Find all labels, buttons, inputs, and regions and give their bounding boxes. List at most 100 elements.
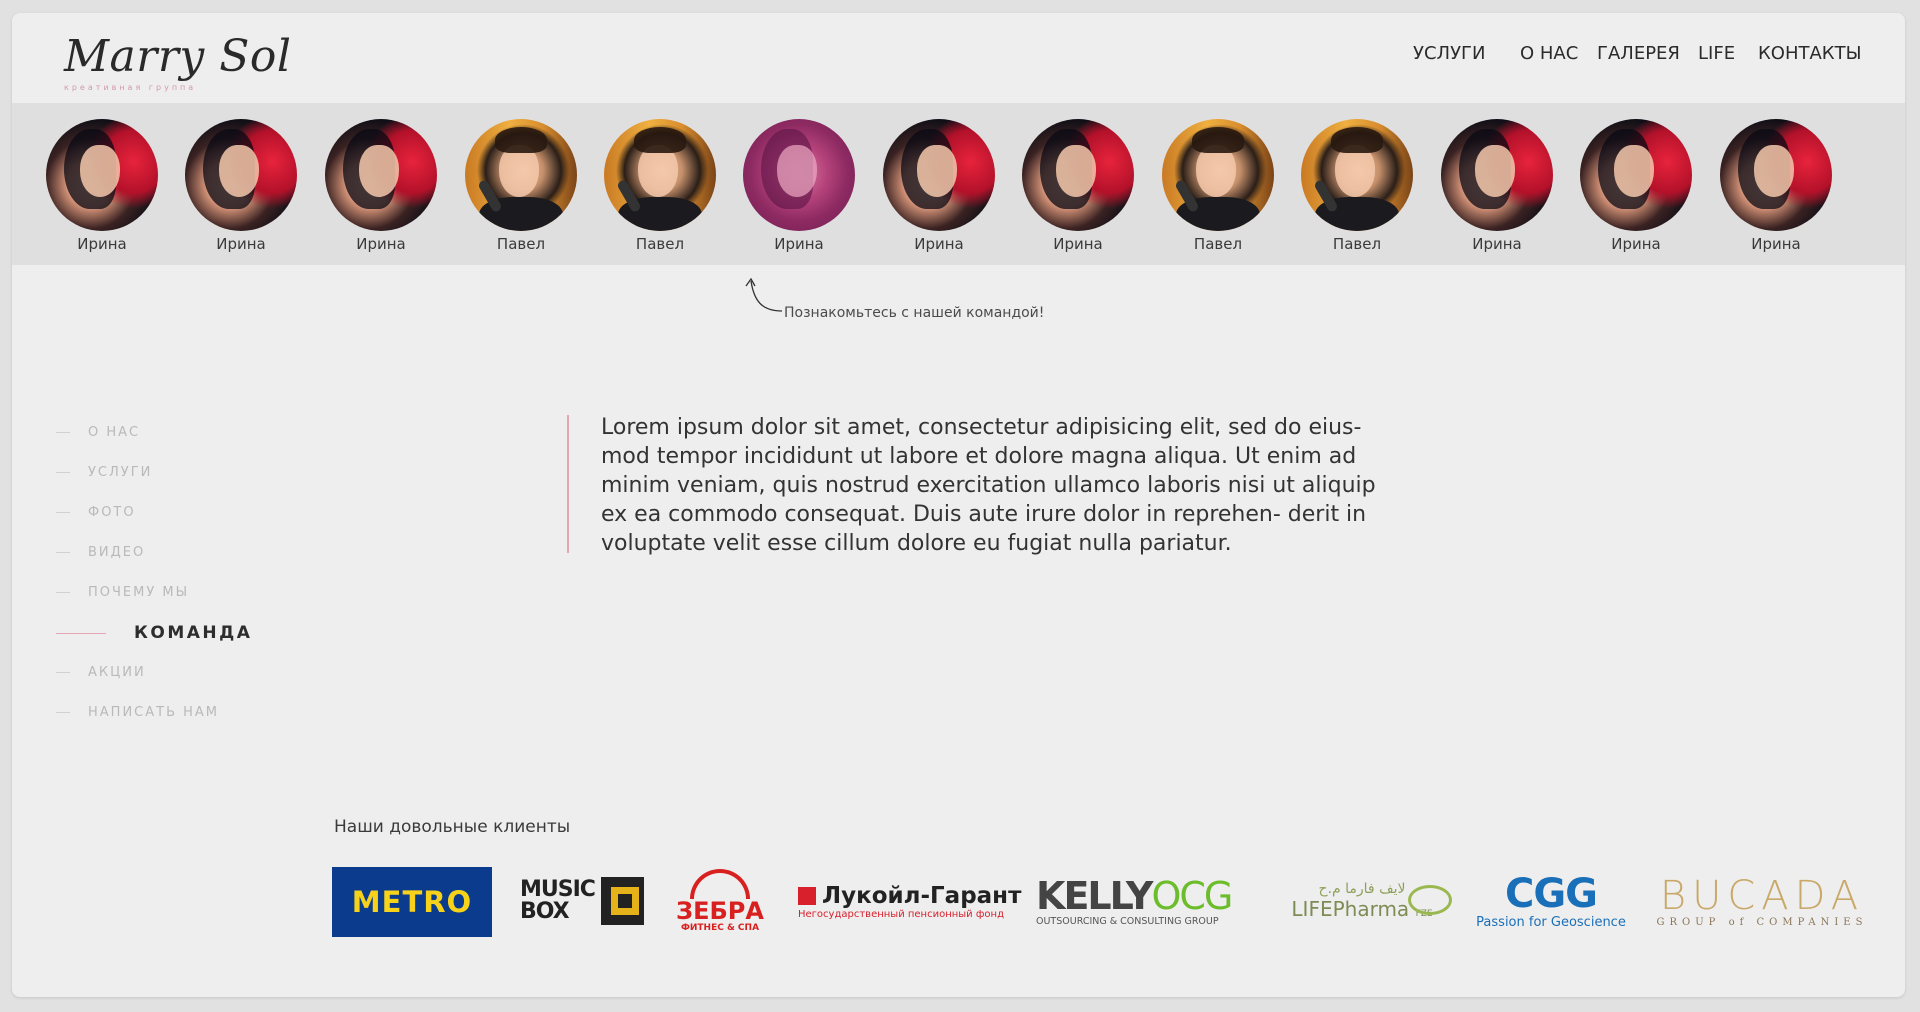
member-name: Ирина bbox=[774, 235, 824, 253]
section-menu-label: ФОТО bbox=[88, 505, 136, 520]
ocg-text: OCG bbox=[1151, 873, 1233, 918]
member-photo bbox=[1720, 119, 1832, 231]
clients-title: Наши довольные клиенты bbox=[334, 817, 571, 837]
musicbox-words: MUSIC BOX bbox=[520, 877, 596, 924]
member-photo bbox=[46, 119, 158, 231]
team-description: Lorem ipsum dolor sit amet, consectetur … bbox=[567, 413, 1427, 558]
team-member[interactable]: Ирина bbox=[42, 119, 162, 253]
team-member[interactable]: Павел bbox=[600, 119, 720, 253]
client-logo-metro[interactable]: METRO bbox=[332, 867, 492, 937]
cgg-subtext: Passion for Geoscience bbox=[1476, 914, 1626, 930]
team-member[interactable]: Ирина bbox=[321, 119, 441, 253]
nav-contacts[interactable]: КОНТАКТЫ bbox=[1758, 43, 1861, 64]
zebra-subtext: ФИТНЕС & СПА bbox=[680, 923, 760, 933]
member-name: Павел bbox=[1332, 235, 1382, 253]
client-logo-lukoil[interactable]: Лукойл-Гарант Негосударственный пенсионн… bbox=[798, 863, 1021, 939]
nav-life[interactable]: LIFE bbox=[1698, 43, 1735, 64]
member-name: Павел bbox=[1193, 235, 1243, 253]
menu-dash bbox=[56, 552, 70, 553]
metro-text: METRO bbox=[351, 885, 473, 919]
client-logo-lifepharma[interactable]: لايف فارما م.ح LIFEPharma FZE bbox=[1264, 863, 1460, 939]
member-name: Ирина bbox=[1472, 235, 1522, 253]
lukoil-title: Лукойл-Гарант bbox=[798, 883, 1021, 909]
member-name: Ирина bbox=[1611, 235, 1661, 253]
cgg-text: CGG bbox=[1504, 870, 1598, 917]
team-member[interactable]: Ирина bbox=[1576, 119, 1696, 253]
nav-services[interactable]: УСЛУГИ bbox=[1413, 43, 1485, 64]
member-photo bbox=[1162, 119, 1274, 231]
leaf-icon bbox=[1408, 885, 1452, 915]
section-menu-item-about[interactable]: О НАС bbox=[56, 413, 316, 453]
section-menu-item-promotions[interactable]: АКЦИИ bbox=[56, 653, 316, 693]
menu-dash bbox=[56, 472, 70, 473]
team-member[interactable]: Ирина bbox=[1716, 119, 1836, 253]
team-member[interactable]: Павел bbox=[1158, 119, 1278, 253]
lukoil-subtext: Негосударственный пенсионный фонд bbox=[798, 908, 1004, 920]
member-photo bbox=[883, 119, 995, 231]
member-name: Павел bbox=[496, 235, 546, 253]
section-menu-label: НАПИСАТЬ НАМ bbox=[88, 705, 220, 720]
team-member[interactable]: Павел bbox=[1297, 119, 1417, 253]
member-photo bbox=[185, 119, 297, 231]
team-caption-text: Познакомьтесь с нашей командой! bbox=[784, 305, 1045, 321]
member-name: Ирина bbox=[77, 235, 127, 253]
nav-about[interactable]: О НАС bbox=[1520, 43, 1578, 64]
team-member[interactable]: Павел bbox=[461, 119, 581, 253]
client-logo-cgg[interactable]: CGG Passion for Geoscience bbox=[1472, 863, 1630, 939]
menu-dash bbox=[56, 432, 70, 433]
member-name: Ирина bbox=[1751, 235, 1801, 253]
section-menu-item-photo[interactable]: ФОТО bbox=[56, 493, 316, 533]
section-menu-item-write-us[interactable]: НАПИСАТЬ НАМ bbox=[56, 693, 316, 733]
menu-dash bbox=[56, 632, 106, 634]
clients-logos: METRO MUSIC BOX ЗЕБРА ФИТНЕС & СПА Лукой… bbox=[332, 863, 1892, 953]
logo-subtitle: креативная группа bbox=[64, 83, 197, 92]
member-photo bbox=[1301, 119, 1413, 231]
lifepharma-text: LIFEPharma bbox=[1291, 897, 1410, 921]
lukoil-square-icon bbox=[798, 887, 816, 905]
member-photo bbox=[604, 119, 716, 231]
member-photo bbox=[325, 119, 437, 231]
accent-line bbox=[567, 415, 569, 553]
section-menu: О НАС УСЛУГИ ФОТО ВИДЕО ПОЧЕМУ МЫ КОМАНД… bbox=[56, 413, 316, 733]
section-menu-item-team[interactable]: КОМАНДА bbox=[56, 613, 316, 653]
team-strip: Ирина Ирина Ирина Павел Павел Ирина Ирин… bbox=[12, 103, 1905, 265]
member-photo bbox=[1580, 119, 1692, 231]
team-member[interactable]: Ирина bbox=[739, 119, 859, 253]
menu-dash bbox=[56, 512, 70, 513]
section-menu-label: УСЛУГИ bbox=[88, 465, 153, 480]
member-name: Ирина bbox=[1053, 235, 1103, 253]
team-member[interactable]: Ирина bbox=[1018, 119, 1138, 253]
client-logo-kelly[interactable]: KELLYOCG OUTSOURCING & CONSULTING GROUP bbox=[1036, 863, 1248, 939]
member-name: Павел bbox=[635, 235, 685, 253]
lifepharma-arabic-text: لايف فارما م.ح bbox=[1318, 881, 1406, 897]
client-logo-zebra[interactable]: ЗЕБРА ФИТНЕС & СПА bbox=[672, 863, 768, 939]
member-name: Ирина bbox=[356, 235, 406, 253]
kelly-text: KELLY bbox=[1036, 873, 1153, 918]
section-menu-item-services[interactable]: УСЛУГИ bbox=[56, 453, 316, 493]
musicbox-word-2: BOX bbox=[520, 899, 570, 924]
nav-gallery[interactable]: ГАЛЕРЕЯ bbox=[1597, 43, 1680, 64]
kelly-subtext: OUTSOURCING & CONSULTING GROUP bbox=[1036, 915, 1219, 927]
section-menu-label: АКЦИИ bbox=[88, 665, 146, 680]
section-menu-item-video[interactable]: ВИДЕО bbox=[56, 533, 316, 573]
member-name: Ирина bbox=[914, 235, 964, 253]
main-nav: УСЛУГИ О НАС ГАЛЕРЕЯ LIFE КОНТАКТЫ bbox=[12, 43, 1905, 73]
client-logo-bucada[interactable]: BUCADA GROUP of COMPANIES bbox=[1652, 863, 1872, 939]
team-caption: Познакомьтесь с нашей командой! bbox=[742, 275, 1082, 321]
client-logo-musicbox[interactable]: MUSIC BOX bbox=[520, 863, 644, 939]
musicbox-word-1: MUSIC bbox=[520, 877, 596, 902]
bucada-text: BUCADA bbox=[1659, 872, 1865, 919]
section-menu-item-why-us[interactable]: ПОЧЕМУ МЫ bbox=[56, 573, 316, 613]
menu-dash bbox=[56, 672, 70, 673]
menu-dash bbox=[56, 712, 70, 713]
lukoil-text: Лукойл-Гарант bbox=[822, 882, 1022, 909]
zebra-crown-icon bbox=[690, 869, 750, 899]
curved-arrow-icon bbox=[745, 277, 783, 312]
team-member[interactable]: Ирина bbox=[1437, 119, 1557, 253]
member-photo bbox=[1441, 119, 1553, 231]
team-member[interactable]: Ирина bbox=[879, 119, 999, 253]
member-photo bbox=[743, 119, 855, 231]
musicbox-square-icon bbox=[600, 877, 644, 925]
section-menu-label: О НАС bbox=[88, 425, 141, 440]
team-member[interactable]: Ирина bbox=[181, 119, 301, 253]
